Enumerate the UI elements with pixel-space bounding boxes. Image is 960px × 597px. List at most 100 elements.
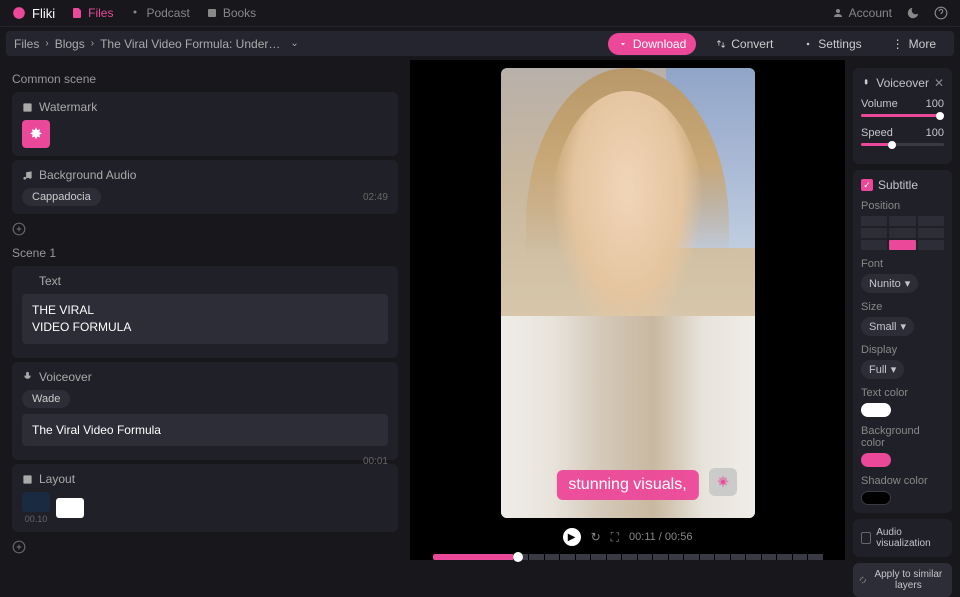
bg-color-swatch[interactable] — [861, 453, 891, 467]
books-icon — [206, 7, 218, 19]
subtitle-checkbox[interactable]: ✓ — [861, 179, 873, 191]
breadcrumb-files[interactable]: Files — [14, 37, 39, 51]
image-icon — [22, 102, 33, 113]
chevron-right-icon: › — [45, 38, 48, 49]
header-right: Account — [832, 6, 948, 20]
close-icon[interactable]: ✕ — [934, 76, 944, 90]
breadcrumb-title[interactable]: The Viral Video Formula: Under… — [100, 37, 280, 51]
audio-chip[interactable]: Cappadocia — [22, 188, 101, 206]
add-scene-button[interactable] — [12, 536, 398, 558]
player-controls: ▶ ↻ ⛶ 00:11 / 00:56 — [563, 528, 693, 546]
more-label: More — [909, 37, 936, 51]
audioviz-row: Audio visualization — [861, 527, 944, 549]
position-cell-active[interactable] — [889, 240, 915, 250]
font-dropdown[interactable]: Nunito▾ — [861, 274, 918, 293]
position-cell[interactable] — [861, 240, 887, 250]
voiceover-panel-title: Voiceover — [876, 76, 929, 90]
speed-slider[interactable] — [861, 143, 944, 146]
layout-thumb-fg[interactable] — [56, 498, 84, 518]
video-preview[interactable]: stunning visuals, — [501, 68, 755, 518]
settings-button[interactable]: Settings — [793, 33, 871, 55]
position-cell[interactable] — [889, 228, 915, 238]
text-label: Text — [39, 274, 61, 288]
account-link[interactable]: Account — [832, 6, 892, 20]
slider-thumb[interactable] — [888, 141, 896, 149]
subtitle-toggle-row: ✓ Subtitle — [861, 178, 944, 192]
download-label: Download — [633, 37, 686, 51]
watermark-label: Watermark — [39, 100, 97, 114]
rewind-button[interactable]: ↻ — [591, 530, 601, 544]
bgaudio-label-row: Background Audio — [22, 168, 388, 182]
position-cell[interactable] — [918, 240, 944, 250]
chevron-down-icon[interactable]: ⌄ — [290, 38, 298, 49]
display-value: Full — [869, 364, 887, 376]
position-cell[interactable] — [861, 228, 887, 238]
position-cell[interactable] — [861, 216, 887, 226]
bgaudio-section[interactable]: Background Audio Cappadocia 02:49 — [12, 160, 398, 214]
layout-thumbnails: 00.10 — [22, 492, 388, 524]
help-icon[interactable] — [934, 6, 948, 20]
size-dropdown[interactable]: Small▾ — [861, 317, 914, 336]
position-cell[interactable] — [889, 216, 915, 226]
watermark-thumbnail[interactable] — [22, 120, 50, 148]
toolbar: Files › Blogs › The Viral Video Formula:… — [6, 31, 954, 56]
scene1-voiceover-section[interactable]: Voiceover Wade The Viral Video Formula 0… — [12, 362, 398, 461]
download-icon — [618, 39, 628, 49]
chevron-down-icon: ▾ — [901, 320, 907, 333]
volume-slider[interactable] — [861, 114, 944, 117]
layout-thumb-bg[interactable] — [22, 492, 50, 512]
add-scene-button[interactable] — [12, 218, 398, 240]
voiceover-text-input[interactable]: The Viral Video Formula — [22, 414, 388, 447]
voiceover-duration: 00:01 — [363, 456, 388, 467]
nav-podcast[interactable]: Podcast — [129, 6, 189, 20]
apply-button[interactable]: Apply to similar layers — [853, 563, 952, 597]
play-button[interactable]: ▶ — [563, 528, 581, 546]
layout-label: Layout — [39, 472, 75, 486]
position-cell[interactable] — [918, 228, 944, 238]
more-button[interactable]: ⋮ More — [882, 33, 946, 55]
audioviz-panel: Audio visualization — [853, 519, 952, 557]
nav-files[interactable]: Files — [71, 6, 113, 20]
subtitle-panel: ✓ Subtitle Position Font Nunito▾ Size Sm… — [853, 170, 952, 513]
scene1-text-section[interactable]: Text THE VIRAL VIDEO FORMULA — [12, 266, 398, 358]
audioviz-checkbox[interactable] — [861, 532, 871, 544]
top-header: Fliki Files Podcast Books Account — [0, 0, 960, 27]
chevron-right-icon: › — [91, 38, 94, 49]
scenes-panel: Common scene Watermark Background Audio … — [0, 60, 410, 560]
watermark-section[interactable]: Watermark — [12, 92, 398, 156]
brand-icon — [12, 6, 26, 20]
chevron-down-icon: ▾ — [905, 277, 911, 290]
font-label: Font — [861, 258, 944, 270]
position-cell[interactable] — [918, 216, 944, 226]
position-grid — [861, 216, 944, 250]
preview-settings-button[interactable] — [709, 468, 737, 496]
layout-duration: 00.10 — [25, 514, 48, 524]
text-input-box[interactable]: THE VIRAL VIDEO FORMULA — [22, 294, 388, 344]
timeline[interactable] — [433, 554, 823, 560]
scene1-layout-section[interactable]: Layout 00.10 — [12, 464, 398, 532]
timeline-handle[interactable] — [513, 552, 523, 562]
shadow-color-swatch[interactable] — [861, 491, 891, 505]
voice-chip[interactable]: Wade — [22, 390, 70, 408]
layout-icon — [22, 474, 33, 485]
settings-label: Settings — [818, 37, 861, 51]
nav-books-label: Books — [223, 6, 256, 20]
display-dropdown[interactable]: Full▾ — [861, 360, 904, 379]
gear-icon — [715, 474, 731, 490]
nav-books[interactable]: Books — [206, 6, 256, 20]
files-icon — [71, 7, 83, 19]
text-color-swatch[interactable] — [861, 403, 891, 417]
speed-row: Speed 100 — [861, 127, 944, 139]
moon-icon[interactable] — [906, 6, 920, 20]
mic-icon — [861, 78, 871, 89]
slider-thumb[interactable] — [936, 112, 944, 120]
convert-button[interactable]: Convert — [706, 33, 783, 55]
volume-row: Volume 100 — [861, 98, 944, 110]
breadcrumb-blogs[interactable]: Blogs — [55, 37, 85, 51]
brand[interactable]: Fliki — [12, 6, 55, 21]
common-scene-header: Common scene — [12, 66, 398, 92]
fullscreen-button[interactable]: ⛶ — [611, 530, 619, 545]
voiceover-label: Voiceover — [39, 370, 92, 384]
download-button[interactable]: Download — [608, 33, 696, 55]
text-color-label: Text color — [861, 387, 944, 399]
